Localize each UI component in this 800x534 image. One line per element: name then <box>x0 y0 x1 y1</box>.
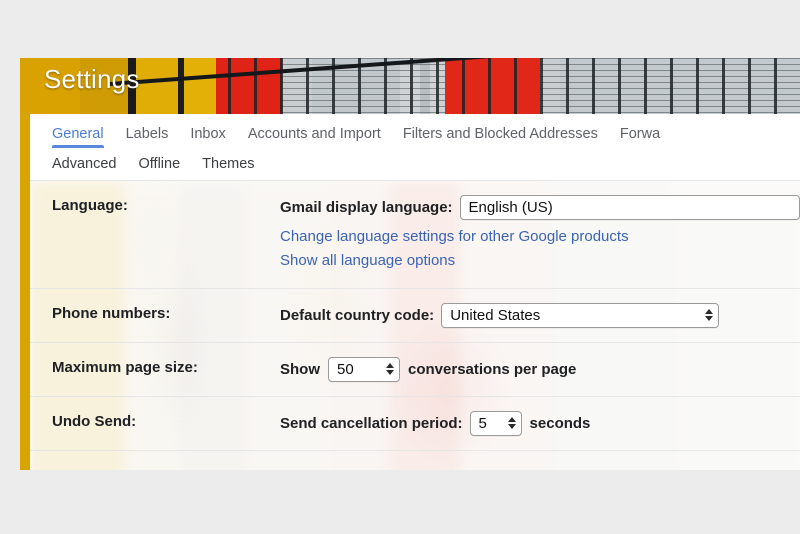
banner-railing <box>109 58 800 114</box>
gmail-display-language-value: English (US) <box>468 199 553 216</box>
page-size-select[interactable]: 50 <box>328 356 400 382</box>
row-undo-send-label: Undo Send: <box>52 412 137 430</box>
send-cancellation-period-select[interactable]: 5 <box>469 410 522 436</box>
row-maximum-page-size: Maximum page size: Show 50 conversations… <box>30 343 800 397</box>
send-cancellation-period-suffix-label: seconds <box>529 414 591 432</box>
row-phone-numbers-content: Default country code: United States <box>280 302 800 328</box>
page-size-value: 50 <box>337 360 354 378</box>
default-country-code-select[interactable]: United States <box>441 302 720 328</box>
stepper-arrows-icon <box>705 308 714 322</box>
settings-body: Language: Gmail display language: Englis… <box>30 181 800 470</box>
default-country-code-value: United States <box>450 306 541 324</box>
gmail-display-language-field: Gmail display language: English (US) <box>280 195 800 220</box>
gmail-display-language-select[interactable]: English (US) <box>459 195 800 220</box>
page-size-prefix-label: Show <box>280 360 320 378</box>
triangle-down-icon <box>705 316 714 322</box>
tab-filters-and-blocked-addresses[interactable]: Filters and Blocked Addresses <box>403 126 598 148</box>
screenshot-canvas: Settings General Labels Inbox Accounts a… <box>0 0 800 534</box>
page-title: Settings <box>44 64 140 94</box>
tab-row-secondary: Advanced Offline Themes <box>52 148 800 180</box>
settings-tab-bar: General Labels Inbox Accounts and Import… <box>30 114 800 181</box>
row-language: Language: Gmail display language: Englis… <box>30 181 800 289</box>
tab-offline[interactable]: Offline <box>139 156 181 180</box>
gmail-display-language-label: Gmail display language: <box>280 199 453 216</box>
page-size-suffix-label: conversations per page <box>408 360 577 378</box>
tab-forwarding[interactable]: Forwa <box>620 126 660 148</box>
row-phone-numbers: Phone numbers: Default country code: Uni… <box>30 289 800 343</box>
triangle-up-icon <box>386 362 394 368</box>
triangle-up-icon <box>507 416 516 422</box>
row-maximum-page-size-label: Maximum page size: <box>52 358 198 376</box>
triangle-down-icon <box>507 424 516 430</box>
row-undo-send: Undo Send: Send cancellation period: 5 s… <box>30 397 800 451</box>
triangle-up-icon <box>705 308 714 314</box>
page-size-field: Show 50 conversations per page <box>280 356 800 382</box>
default-country-code-field: Default country code: United States <box>280 302 800 328</box>
row-undo-send-content: Send cancellation period: 5 seconds <box>280 410 800 436</box>
row-language-content: Gmail display language: English (US) Cha… <box>280 195 800 274</box>
send-cancellation-period-label: Send cancellation period: <box>280 414 463 432</box>
send-cancellation-period-value: 5 <box>478 414 487 432</box>
default-country-code-label: Default country code: <box>280 306 435 324</box>
tab-labels[interactable]: Labels <box>126 126 169 148</box>
tab-accounts-and-import[interactable]: Accounts and Import <box>248 126 381 148</box>
triangle-down-icon <box>386 370 394 376</box>
link-change-language-other-google-products[interactable]: Change language settings for other Googl… <box>280 225 800 249</box>
settings-rows: Language: Gmail display language: Englis… <box>30 181 800 451</box>
link-show-all-language-options[interactable]: Show all language options <box>280 249 800 273</box>
row-maximum-page-size-content: Show 50 conversations per page <box>280 356 800 382</box>
stepper-arrows-icon <box>507 416 516 430</box>
tab-row-primary: General Labels Inbox Accounts and Import… <box>52 114 800 148</box>
tab-general[interactable]: General <box>52 126 104 148</box>
settings-card: General Labels Inbox Accounts and Import… <box>30 114 800 470</box>
row-language-label: Language: <box>52 197 128 214</box>
row-phone-numbers-label: Phone numbers: <box>52 304 171 322</box>
tab-inbox[interactable]: Inbox <box>190 126 225 148</box>
gmail-settings-window: Settings General Labels Inbox Accounts a… <box>20 58 800 470</box>
tab-themes[interactable]: Themes <box>202 156 254 180</box>
stepper-arrows-icon <box>386 362 394 376</box>
tab-advanced[interactable]: Advanced <box>52 156 117 180</box>
railing-bar <box>109 58 800 86</box>
send-cancellation-period-field: Send cancellation period: 5 seconds <box>280 410 800 436</box>
